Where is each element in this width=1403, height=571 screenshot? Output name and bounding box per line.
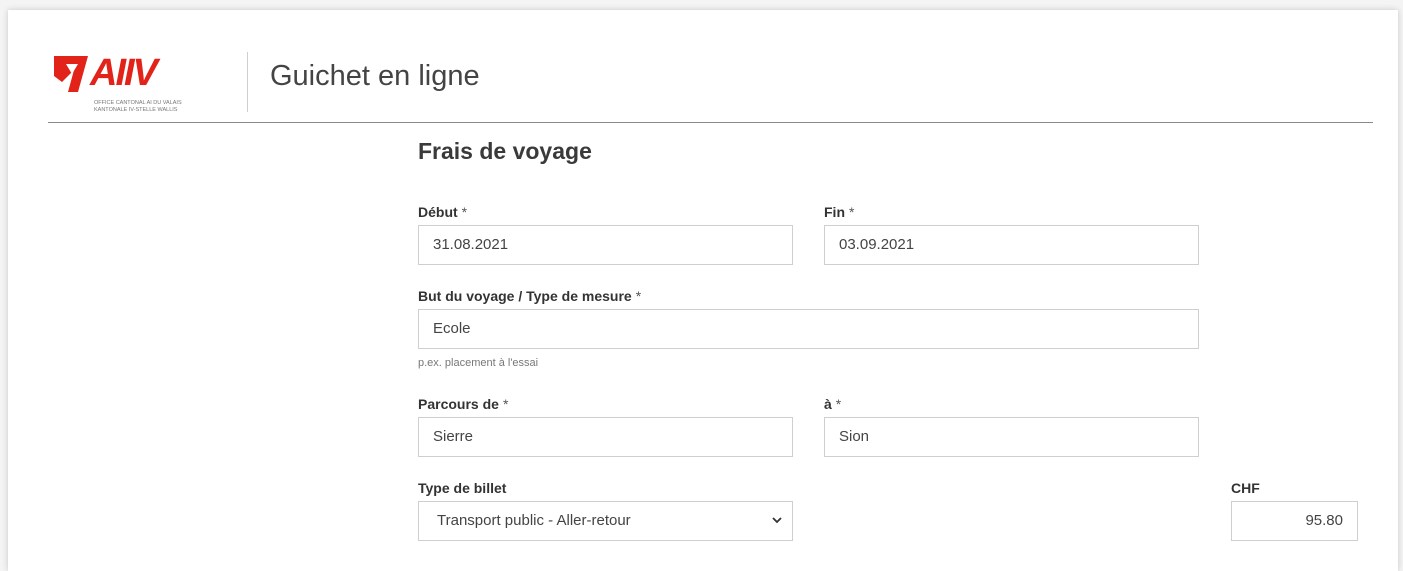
aiiv-logo[interactable]: AIIV OFFICE CANTONAL AI DU VALAIS KANTON… [48, 52, 228, 122]
but-voyage-input[interactable]: Ecole [418, 309, 1199, 349]
parcours-de-label: Parcours de * [418, 396, 508, 412]
chevron-down-icon [772, 517, 782, 524]
required-mark: * [502, 396, 509, 412]
debut-date-input[interactable]: 31.08.2021 [418, 225, 793, 265]
type-billet-label: Type de billet [418, 480, 506, 496]
type-billet-label-text: Type de billet [418, 480, 507, 496]
fin-label-text: Fin [824, 204, 845, 220]
parcours-a-label: à * [824, 396, 841, 412]
logo-subtitle-line1: OFFICE CANTONAL AI DU VALAIS [94, 100, 182, 106]
logo-text: AIIV [90, 52, 158, 94]
logo-subtitle: OFFICE CANTONAL AI DU VALAIS KANTONALE I… [94, 100, 224, 114]
but-hint: p.ex. placement à l'essai [418, 357, 539, 369]
required-mark: * [635, 288, 642, 304]
header-divider [247, 52, 248, 112]
chf-amount-input[interactable]: 95.80 [1231, 501, 1358, 541]
fin-date-input[interactable]: 03.09.2021 [824, 225, 1199, 265]
required-mark: * [835, 396, 842, 412]
header-rule [48, 122, 1373, 123]
required-mark: * [461, 204, 468, 220]
parcours-de-label-text: Parcours de [418, 396, 499, 412]
chf-amount-value: 95.80 [1305, 512, 1343, 529]
parcours-a-label-text: à [824, 396, 832, 412]
chf-label: CHF [1231, 480, 1260, 496]
logo-subtitle-line2: KANTONALE IV-STELLE WALLIS [94, 107, 178, 113]
logo-mark-icon [54, 56, 88, 92]
fin-label: Fin * [824, 204, 854, 220]
required-mark: * [849, 204, 855, 220]
type-billet-value: Transport public - Aller-retour [437, 512, 631, 529]
but-voyage-value: Ecole [433, 320, 471, 337]
parcours-de-input[interactable]: Sierre [418, 417, 793, 457]
fin-date-value: 03.09.2021 [839, 236, 915, 253]
type-billet-select[interactable]: Transport public - Aller-retour [418, 501, 793, 541]
parcours-a-input[interactable]: Sion [824, 417, 1199, 457]
debut-date-value: 31.08.2021 [433, 236, 509, 253]
page: AIIV OFFICE CANTONAL AI DU VALAIS KANTON… [8, 10, 1398, 571]
parcours-de-value: Sierre [433, 428, 474, 445]
app-title: Guichet en ligne [270, 60, 480, 92]
debut-label: Début * [418, 204, 467, 220]
form-title: Frais de voyage [418, 138, 592, 164]
debut-label-text: Début [418, 204, 458, 220]
but-label-text: But du voyage / Type de mesure [418, 288, 632, 304]
parcours-a-value: Sion [839, 428, 870, 445]
chf-label-text: CHF [1231, 480, 1260, 496]
but-label: But du voyage / Type de mesure * [418, 288, 641, 304]
